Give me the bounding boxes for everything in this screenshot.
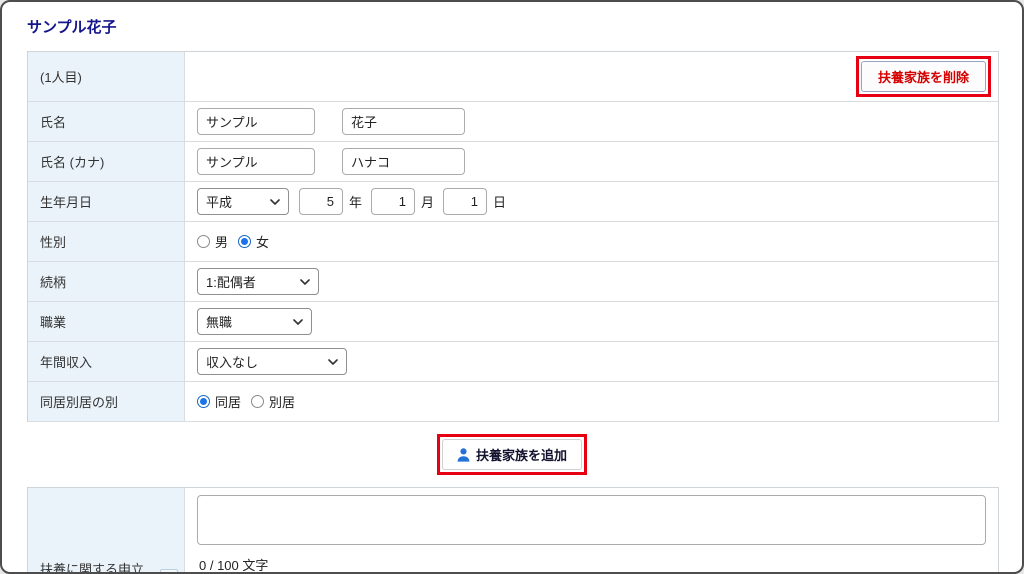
last-name-kana-input[interactable] [197,148,315,175]
living-together-option[interactable]: 同居 [197,392,241,411]
statement-label: 扶養に関する申立内容 [40,562,145,574]
gender-male-option[interactable]: 男 [197,232,228,251]
last-name-input[interactable] [197,108,315,135]
dependent-form-page: サンプル花子 (1人目) 扶養家族を削除 氏名 サンプル 花子 氏名 (カナ) … [2,2,1022,574]
first-name-input[interactable] [342,108,465,135]
living-value: 同居 別居 [185,382,998,421]
table-row-kana: 氏名 (カナ) [28,142,998,182]
income-select[interactable]: 収入なし [197,348,347,375]
occupation-select-value: 無職 [206,315,233,330]
add-dependent-button[interactable]: 扶養家族を追加 [441,439,582,470]
chevron-down-icon [328,358,338,365]
table-row-income: 年間収入 収入なし [28,342,998,382]
radio-separate-unchecked[interactable] [251,395,265,408]
occupation-label: 職業 [28,302,185,341]
gender-male-label: 男 [215,235,229,250]
radio-together-checked[interactable] [197,395,210,408]
name-value [185,102,998,141]
gender-female-option[interactable]: 女 [238,232,269,251]
person-header-value: 扶養家族を削除 [185,52,998,101]
delete-button-highlight: 扶養家族を削除 [855,56,991,97]
living-separate-option[interactable]: 別居 [251,392,295,411]
chevron-down-icon [270,198,280,205]
income-value: 収入なし [185,342,998,381]
statement-textarea[interactable] [197,495,986,545]
table-row-gender: 性別 男 女 [28,222,998,262]
add-button-highlight: 扶養家族を追加 [436,434,587,475]
relationship-select-value: 1:配偶者 [206,275,256,290]
chevron-down-icon [293,318,303,325]
radio-female-checked[interactable] [238,235,252,248]
table-row-living: 同居別居の別 同居 別居 [28,382,998,422]
gender-value: 男 女 [185,222,998,261]
person-icon [457,447,470,462]
occupation-value: 無職 [185,302,998,341]
relationship-label: 続柄 [28,262,185,301]
birth-year-input[interactable] [299,188,343,215]
era-select[interactable]: 平成 [197,188,289,215]
dependent-form-table: (1人目) 扶養家族を削除 氏名 氏名 (カナ) [27,51,999,422]
kana-label: 氏名 (カナ) [28,142,185,181]
chevron-down-icon [300,278,310,285]
occupation-select[interactable]: 無職 [197,308,312,335]
birth-month-input[interactable] [371,188,416,215]
birthdate-label: 生年月日 [28,182,185,221]
birth-day-input[interactable] [443,188,488,215]
person-header-label: (1人目) [28,52,185,101]
year-unit-label: 年 [349,195,363,210]
add-dependent-button-label: 扶養家族を追加 [475,448,567,463]
income-select-value: 収入なし [206,355,259,370]
char-counter: 0 / 100 文字 [199,558,269,573]
table-row-birthdate: 生年月日 平成 年 月 日 [28,182,998,222]
month-unit-label: 月 [421,195,435,210]
delete-dependent-button[interactable]: 扶養家族を削除 [860,61,986,92]
gender-label: 性別 [28,222,185,261]
living-together-label: 同居 [215,395,242,410]
day-unit-label: 日 [493,195,507,210]
kana-value [185,142,998,181]
radio-male-unchecked[interactable] [197,235,210,248]
statement-row: 扶養に関する申立内容 ? 0 / 100 文字 ※ 収入が確認できる書類を提出で… [28,488,998,574]
help-icon[interactable]: ? [160,569,178,572]
page-title: サンプル花子 [27,19,117,36]
relationship-select[interactable]: 1:配偶者 [197,268,319,295]
table-row-name: 氏名 [28,102,998,142]
window-frame: サンプル花子 (1人目) 扶養家族を削除 氏名 サンプル 花子 氏名 (カナ) … [0,0,1024,574]
era-select-value: 平成 [206,195,233,210]
table-row-relationship: 続柄 1:配偶者 [28,262,998,302]
name-label: 氏名 [28,102,185,141]
statement-table: 扶養に関する申立内容 ? 0 / 100 文字 ※ 収入が確認できる書類を提出で… [27,487,999,574]
statement-value-cell: 0 / 100 文字 ※ 収入が確認できる書類を提出できない場合に入力してくださ… [185,488,998,573]
add-button-row: 扶養家族を追加 [27,434,997,475]
living-separate-label: 別居 [269,395,296,410]
income-label: 年間収入 [28,342,185,381]
table-row-occupation: 職業 無職 [28,302,998,342]
statement-label-cell: 扶養に関する申立内容 ? [28,488,185,574]
table-row-person-header: (1人目) 扶養家族を削除 [28,52,998,102]
birthdate-value: 平成 年 月 日 [185,182,998,221]
first-name-kana-input[interactable] [342,148,465,175]
living-label: 同居別居の別 [28,382,185,421]
relationship-value: 1:配偶者 [185,262,998,301]
gender-female-label: 女 [256,235,270,250]
